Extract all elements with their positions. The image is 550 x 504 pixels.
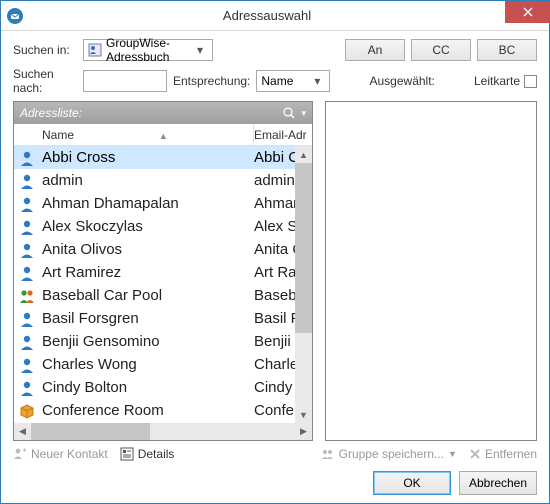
row-search-in: Suchen in: GroupWise-Adressbuch ▾ An CC … <box>13 39 537 61</box>
person-plus-icon <box>13 447 27 461</box>
list-item-name: Alex Skoczylas <box>40 218 254 235</box>
label-leitkarte: Leitkarte <box>474 74 520 88</box>
list-item[interactable]: Charles WongCharles <box>14 353 312 376</box>
chevron-down-icon: ▾ <box>301 108 306 119</box>
scroll-thumb[interactable] <box>295 163 312 333</box>
list-item[interactable]: Basil ForsgrenBasil Fo <box>14 307 312 330</box>
leitkarte-toggle[interactable]: Leitkarte <box>474 74 537 88</box>
horizontal-scrollbar[interactable]: ◀ ▶ <box>14 423 312 440</box>
scroll-thumb[interactable] <box>31 423 150 440</box>
person-icon <box>14 195 40 213</box>
list-item[interactable]: Alex SkoczylasAlex Sk <box>14 215 312 238</box>
list-item[interactable]: Anita OlivosAnita O <box>14 238 312 261</box>
book-icon <box>88 43 102 57</box>
list-item-name: Art Ramirez <box>40 264 254 281</box>
ok-button[interactable]: OK <box>373 471 451 495</box>
list-item[interactable]: Art RamirezArt Ram <box>14 261 312 284</box>
mid-area: Adressliste: ▾ Name▲ Email-Adr Abbi Cros… <box>13 101 537 441</box>
label-selected: Ausgewählt: <box>370 74 435 88</box>
leitkarte-checkbox[interactable] <box>524 75 537 88</box>
vertical-scrollbar[interactable]: ▲ ▼ <box>295 146 312 423</box>
window-title: Adressauswahl <box>29 8 505 23</box>
address-list-pane: Adressliste: ▾ Name▲ Email-Adr Abbi Cros… <box>13 101 313 441</box>
scroll-left-icon[interactable]: ◀ <box>14 423 31 440</box>
column-name[interactable]: Name▲ <box>40 128 253 142</box>
remove-icon <box>469 448 481 460</box>
list-item-name: Abbi Cross <box>40 149 254 166</box>
selected-list[interactable] <box>325 101 537 441</box>
person-icon <box>14 218 40 236</box>
dialog-window: Adressauswahl Suchen in: GroupWise-Adres… <box>0 0 550 504</box>
new-contact-button[interactable]: Neuer Kontakt <box>13 447 108 461</box>
addressbook-combo[interactable]: GroupWise-Adressbuch ▾ <box>83 39 213 61</box>
list-item-name: Conference Room <box>40 402 254 419</box>
person-icon <box>14 149 40 167</box>
scroll-right-icon[interactable]: ▶ <box>295 423 312 440</box>
list-item-name: Basil Forsgren <box>40 310 254 327</box>
person-icon <box>14 333 40 351</box>
address-list-header: Adressliste: ▾ <box>14 102 312 124</box>
bottom-toolbar: Neuer Kontakt Details Gruppe speichern..… <box>13 441 537 467</box>
list-item[interactable]: adminadmin@ <box>14 169 312 192</box>
scroll-up-icon[interactable]: ▲ <box>295 146 312 163</box>
titlebar: Adressauswahl <box>1 1 549 31</box>
sort-asc-icon: ▲ <box>159 131 168 141</box>
bc-button[interactable]: BC <box>477 39 537 61</box>
scroll-down-icon[interactable]: ▼ <box>295 406 312 423</box>
list-item[interactable]: Conference RoomConfer <box>14 399 312 422</box>
footer: OK Abbrechen <box>13 467 537 495</box>
save-group-button[interactable]: Gruppe speichern... ▼ <box>321 447 457 461</box>
cc-button[interactable]: CC <box>411 39 471 61</box>
an-button[interactable]: An <box>345 39 405 61</box>
list-item-name: Ahman Dhamapalan <box>40 195 254 212</box>
list-item-name: Cindy Bolton <box>40 379 254 396</box>
list-item-name: Baseball Car Pool <box>40 287 254 304</box>
person-icon <box>14 356 40 374</box>
label-search-for: Suchen nach: <box>13 67 77 95</box>
match-combo[interactable]: Name ▾ <box>256 70 330 92</box>
address-list[interactable]: Abbi CrossAbbi Crossadminadmin@Ahman Dha… <box>14 146 312 423</box>
cancel-button[interactable]: Abbrechen <box>459 471 537 495</box>
selected-pane <box>325 101 537 441</box>
search-input[interactable] <box>83 70 167 92</box>
list-item[interactable]: Benjii GensominoBenjii G <box>14 330 312 353</box>
list-item-name: Anita Olivos <box>40 241 254 258</box>
chevron-down-icon: ▾ <box>192 43 208 57</box>
column-email[interactable]: Email-Adr <box>254 128 312 142</box>
match-value: Name <box>261 74 309 88</box>
resource-icon <box>14 402 40 420</box>
list-item[interactable]: Cindy BoltonCindy B <box>14 376 312 399</box>
person-icon <box>14 264 40 282</box>
close-button[interactable] <box>505 1 550 23</box>
content-area: Suchen in: GroupWise-Adressbuch ▾ An CC … <box>1 31 549 503</box>
list-item-name: admin <box>40 172 254 189</box>
label-search-in: Suchen in: <box>13 43 77 57</box>
chevron-down-icon: ▾ <box>309 74 325 88</box>
list-item-name: Benjii Gensomino <box>40 333 254 350</box>
list-item[interactable]: Ahman DhamapalanAhman <box>14 192 312 215</box>
addressbook-name: GroupWise-Adressbuch <box>106 36 192 64</box>
address-list-label: Adressliste: <box>20 106 279 120</box>
person-icon <box>14 241 40 259</box>
details-button[interactable]: Details <box>120 447 175 461</box>
chevron-down-icon: ▼ <box>448 449 457 459</box>
person-icon <box>14 379 40 397</box>
list-item[interactable]: Baseball Car PoolBaseba <box>14 284 312 307</box>
label-match: Entsprechung: <box>173 74 250 88</box>
group-icon <box>14 287 40 305</box>
details-icon <box>120 447 134 461</box>
person-icon <box>14 310 40 328</box>
column-headers: Name▲ Email-Adr <box>14 124 312 146</box>
person-icon <box>14 172 40 190</box>
app-icon <box>7 8 23 24</box>
list-item[interactable]: Abbi CrossAbbi Cross <box>14 146 312 169</box>
group-icon <box>321 447 335 461</box>
row-search-for: Suchen nach: Entsprechung: Name ▾ Ausgew… <box>13 67 537 95</box>
search-icon[interactable] <box>279 106 299 120</box>
list-item-name: Charles Wong <box>40 356 254 373</box>
remove-button[interactable]: Entfernen <box>469 447 537 461</box>
